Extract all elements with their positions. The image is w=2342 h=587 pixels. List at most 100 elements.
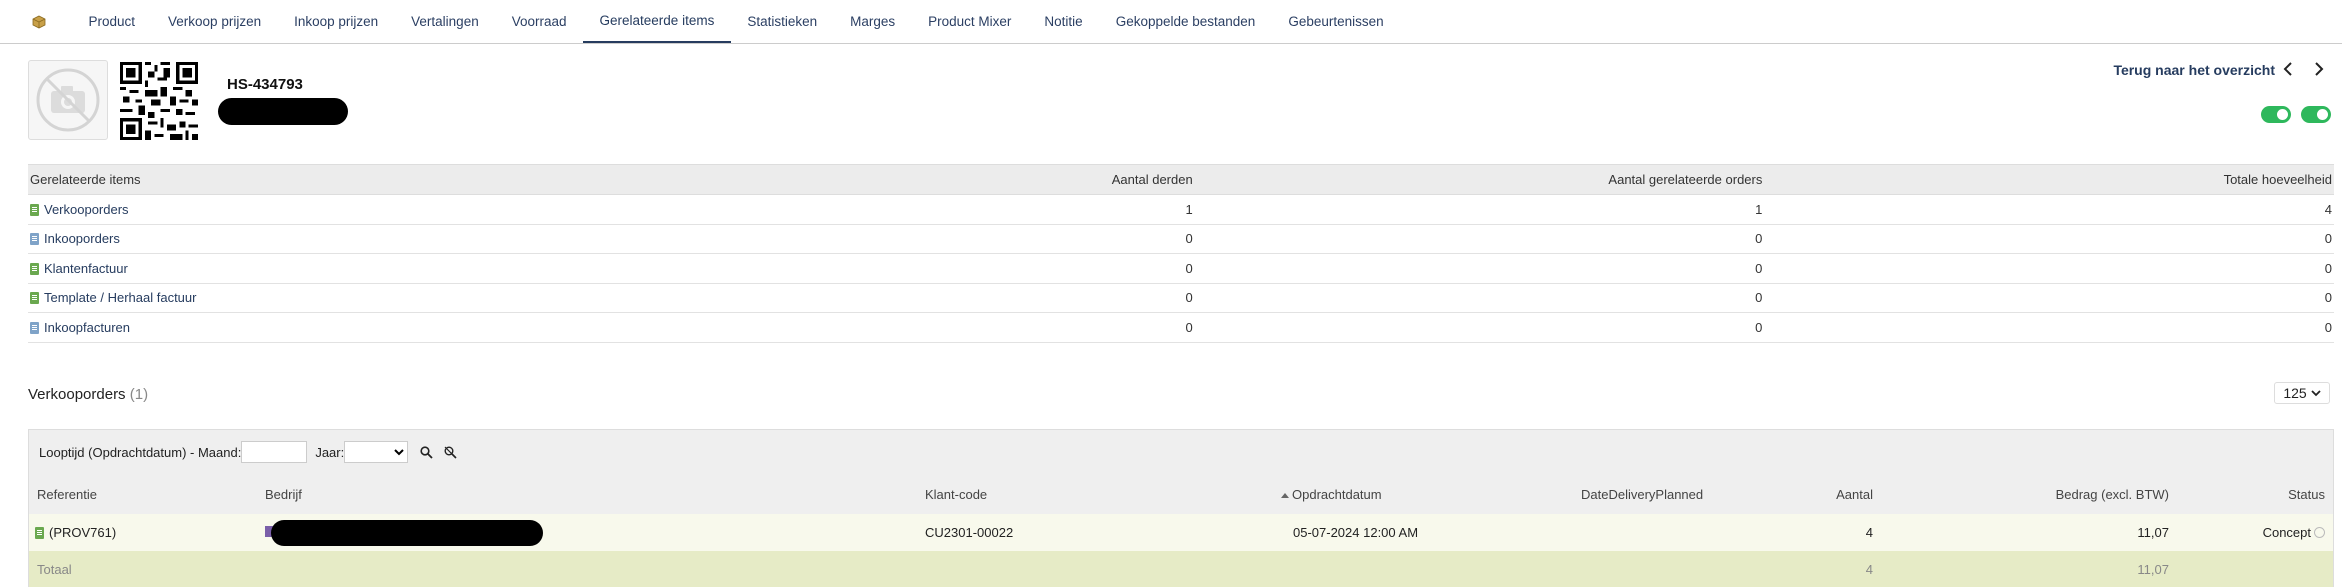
status-toggle-buy[interactable] <box>2301 106 2331 123</box>
redacted-company-name <box>271 519 543 546</box>
product-ref: HS-434793 <box>227 76 303 93</box>
chevron-down-icon <box>2311 390 2321 397</box>
sort-asc-icon <box>1281 492 1289 498</box>
col-status[interactable]: Status <box>2177 474 2333 514</box>
section-title-verkooporders: Verkooporders (1) <box>28 386 148 403</box>
table-row: Klantenfactuur 0 0 0 <box>28 253 2334 284</box>
orders-header: Referentie Bedrijf Klant-code Opdrachtda… <box>29 474 2333 514</box>
redacted-product-name <box>218 98 348 125</box>
cell-qty: 0 <box>1764 312 2334 343</box>
tab-gebeurtenissen[interactable]: Gebeurtenissen <box>1272 0 1400 43</box>
qr-code <box>120 62 198 140</box>
chevron-right-icon[interactable] <box>2311 60 2327 81</box>
related-items-header: Gerelateerde items Aantal derden Aantal … <box>28 164 2334 195</box>
tab-bar: Product Verkoop prijzen Inkoop prijzen V… <box>0 0 2342 44</box>
cell-orders: 1 <box>1194 194 1765 225</box>
col-total-qty: Totale hoeveelheid <box>1764 164 2334 195</box>
cell-reference[interactable]: (PROV761) <box>49 525 116 540</box>
document-icon <box>30 321 39 334</box>
cell-amount: 11,07 <box>1881 514 2177 551</box>
section-title-label: Verkooporders <box>28 386 126 403</box>
link-inkoopfacturen[interactable]: Inkoopfacturen <box>44 320 130 335</box>
back-to-overview-link[interactable]: Terug naar het overzicht <box>2113 62 2275 78</box>
table-row: Verkooporders 1 1 4 <box>28 194 2334 225</box>
section-title-count: (1) <box>129 386 149 403</box>
cell-delivery-planned <box>1573 514 1813 551</box>
tab-verkoop-prijzen[interactable]: Verkoop prijzen <box>152 0 278 43</box>
table-row: Template / Herhaal factuur 0 0 0 <box>28 283 2334 313</box>
tab-home[interactable] <box>24 0 54 43</box>
product-image-placeholder[interactable] <box>28 60 108 140</box>
page-size-value: 125 <box>2283 385 2307 401</box>
table-row: Inkooporders 0 0 0 <box>28 224 2334 254</box>
tab-inkoop-prijzen[interactable]: Inkoop prijzen <box>278 0 395 43</box>
total-amount: 11,07 <box>1881 551 2177 587</box>
filter-bar: Looptijd (Opdrachtdatum) - Maand: Jaar: <box>29 430 2333 474</box>
orders-table: Referentie Bedrijf Klant-code Opdrachtda… <box>29 474 2333 587</box>
link-inkooporders[interactable]: Inkooporders <box>44 231 120 246</box>
document-icon <box>30 292 39 305</box>
cell-order-date: 05-07-2024 12:00 AM <box>1273 514 1573 551</box>
cell-company[interactable] <box>257 514 917 551</box>
page-size-select[interactable]: 125 <box>2274 382 2330 404</box>
tab-gekoppelde-bestanden[interactable]: Gekoppelde bestanden <box>1099 0 1272 43</box>
total-qty: 4 <box>1813 551 1881 587</box>
cell-orders: 0 <box>1194 283 1765 313</box>
cell-qty: 4 <box>1764 194 2334 225</box>
document-icon <box>30 262 39 275</box>
status-label: Concept <box>2262 525 2311 540</box>
cell-orders: 0 <box>1194 312 1765 343</box>
link-verkooporders[interactable]: Verkooporders <box>44 202 129 217</box>
total-row: Totaal 4 11,07 <box>29 551 2333 587</box>
col-client-code[interactable]: Klant-code <box>917 474 1273 514</box>
cell-qty: 0 <box>1764 224 2334 254</box>
cell-third: 0 <box>621 224 1195 254</box>
cell-third: 1 <box>621 194 1195 225</box>
chevron-left-icon[interactable] <box>2280 60 2296 81</box>
document-icon <box>30 203 39 216</box>
cell-status: Concept <box>2177 514 2333 551</box>
cell-third: 0 <box>621 283 1195 313</box>
clear-filter-icon[interactable] <box>442 444 458 460</box>
cell-qty: 0 <box>1764 253 2334 284</box>
total-label: Totaal <box>29 551 257 587</box>
month-input[interactable] <box>241 441 308 463</box>
status-draft-icon <box>2314 527 2325 538</box>
tab-gerelateerde-items[interactable]: Gerelateerde items <box>583 0 731 43</box>
document-icon <box>30 233 39 246</box>
tab-statistieken[interactable]: Statistieken <box>731 0 834 43</box>
col-amount[interactable]: Bedrag (excl. BTW) <box>1881 474 2177 514</box>
tab-vertalingen[interactable]: Vertalingen <box>395 0 496 43</box>
col-related-items: Gerelateerde items <box>28 164 622 195</box>
cell-third: 0 <box>621 253 1195 284</box>
col-reference[interactable]: Referentie <box>29 474 257 514</box>
search-icon[interactable] <box>418 444 434 460</box>
col-order-date[interactable]: Opdrachtdatum <box>1273 474 1573 514</box>
tab-marges[interactable]: Marges <box>834 0 912 43</box>
table-row[interactable]: (PROV761) CU2301-00022 05-07-2024 12:00 … <box>29 514 2333 551</box>
col-company[interactable]: Bedrijf <box>257 474 917 514</box>
status-toggle-sell[interactable] <box>2261 106 2291 123</box>
tab-product-mixer[interactable]: Product Mixer <box>912 0 1028 43</box>
col-order-date-label: Opdrachtdatum <box>1292 486 1382 502</box>
tab-notitie[interactable]: Notitie <box>1028 0 1099 43</box>
col-delivery-planned[interactable]: DateDeliveryPlanned <box>1573 474 1813 514</box>
related-items-table: Gerelateerde items Aantal derden Aantal … <box>28 164 2334 343</box>
link-template-herhaal-factuur[interactable]: Template / Herhaal factuur <box>44 290 196 305</box>
tab-voorraad[interactable]: Voorraad <box>495 0 583 43</box>
year-select[interactable] <box>344 441 409 463</box>
link-klantenfactuur[interactable]: Klantenfactuur <box>44 261 128 276</box>
box-icon <box>32 15 46 28</box>
filter-year-label: Jaar: <box>315 444 345 460</box>
document-icon <box>35 527 44 539</box>
col-third-count: Aantal derden <box>621 164 1195 195</box>
cell-orders: 0 <box>1194 253 1765 284</box>
cell-orders: 0 <box>1194 224 1765 254</box>
col-related-orders: Aantal gerelateerde orders <box>1194 164 1765 195</box>
table-row: Inkoopfacturen 0 0 0 <box>28 312 2334 343</box>
cell-client-code: CU2301-00022 <box>917 514 1273 551</box>
col-qty[interactable]: Aantal <box>1813 474 1881 514</box>
camera-off-icon <box>36 68 100 132</box>
tab-product[interactable]: Product <box>72 0 152 43</box>
filter-period-label: Looptijd (Opdrachtdatum) - Maand: <box>39 444 242 460</box>
